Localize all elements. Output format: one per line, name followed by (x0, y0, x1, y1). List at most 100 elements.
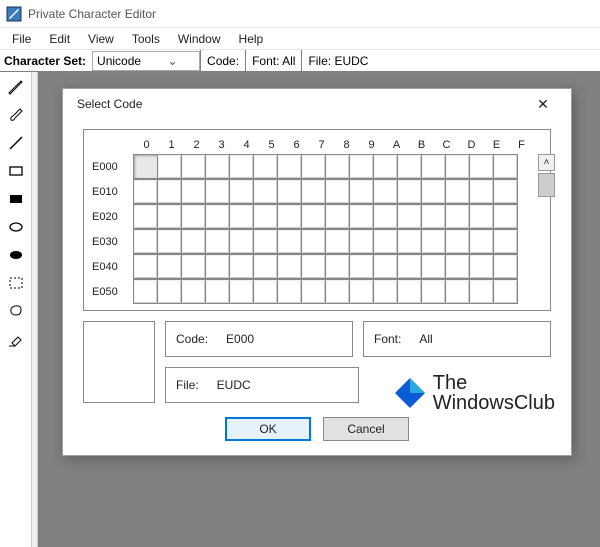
grid-cell[interactable] (157, 229, 182, 254)
grid-cell[interactable] (445, 229, 470, 254)
grid-cell[interactable] (325, 154, 350, 179)
charset-combo[interactable]: Unicode ⌄ (92, 51, 200, 71)
grid-cell[interactable] (349, 279, 374, 304)
grid-cell[interactable] (469, 279, 494, 304)
grid-cell[interactable] (181, 204, 206, 229)
pencil-tool-icon[interactable] (5, 76, 27, 98)
grid-cell[interactable] (181, 279, 206, 304)
grid-cell[interactable] (277, 254, 302, 279)
grid-cell[interactable] (301, 179, 326, 204)
grid-cell[interactable] (493, 179, 518, 204)
grid-cell[interactable] (493, 279, 518, 304)
grid-cell[interactable] (253, 154, 278, 179)
grid-cell[interactable] (325, 179, 350, 204)
grid-cell[interactable] (181, 179, 206, 204)
menu-tools[interactable]: Tools (124, 30, 168, 48)
close-icon[interactable]: ✕ (523, 89, 563, 119)
grid-cell[interactable] (277, 279, 302, 304)
menu-window[interactable]: Window (170, 30, 229, 48)
grid-cell[interactable] (349, 204, 374, 229)
grid-cell[interactable] (157, 279, 182, 304)
grid-cell[interactable] (205, 204, 230, 229)
grid-cell[interactable] (469, 229, 494, 254)
grid-cell[interactable] (133, 279, 158, 304)
grid-cell[interactable] (397, 254, 422, 279)
grid-cell[interactable] (205, 179, 230, 204)
grid-cell[interactable] (205, 254, 230, 279)
brush-tool-icon[interactable] (5, 104, 27, 126)
grid-cell[interactable] (205, 229, 230, 254)
grid-cell[interactable] (349, 229, 374, 254)
grid-cell[interactable] (493, 229, 518, 254)
grid-cell[interactable] (445, 179, 470, 204)
grid-cell[interactable] (445, 254, 470, 279)
grid-cell[interactable] (397, 204, 422, 229)
grid-cell[interactable] (277, 154, 302, 179)
grid-cell[interactable] (301, 154, 326, 179)
ellipse-outline-tool-icon[interactable] (5, 216, 27, 238)
grid-cell[interactable] (229, 229, 254, 254)
grid-cell[interactable] (325, 229, 350, 254)
grid-cell[interactable] (157, 179, 182, 204)
grid-cell[interactable] (349, 179, 374, 204)
grid-cell[interactable] (181, 154, 206, 179)
grid-cell[interactable] (469, 204, 494, 229)
grid-cell[interactable] (277, 179, 302, 204)
grid-cell[interactable] (325, 254, 350, 279)
grid-cell[interactable] (229, 179, 254, 204)
grid-cell[interactable] (421, 254, 446, 279)
grid-cell[interactable] (349, 154, 374, 179)
grid-cell[interactable] (205, 154, 230, 179)
grid-cell[interactable] (301, 254, 326, 279)
menu-edit[interactable]: Edit (41, 30, 78, 48)
grid-cell[interactable] (397, 279, 422, 304)
rect-filled-tool-icon[interactable] (5, 188, 27, 210)
grid-cell[interactable] (133, 229, 158, 254)
ok-button[interactable]: OK (225, 417, 311, 441)
grid-cell[interactable] (301, 229, 326, 254)
ellipse-filled-tool-icon[interactable] (5, 244, 27, 266)
menu-view[interactable]: View (80, 30, 122, 48)
grid-cell[interactable] (445, 279, 470, 304)
grid-cell[interactable] (397, 229, 422, 254)
grid-cell[interactable] (205, 279, 230, 304)
grid-cell[interactable] (157, 154, 182, 179)
grid-cell[interactable] (301, 279, 326, 304)
grid-cell[interactable] (373, 254, 398, 279)
grid-cell[interactable] (373, 279, 398, 304)
rect-outline-tool-icon[interactable] (5, 160, 27, 182)
grid-cell[interactable] (373, 204, 398, 229)
scroll-up-icon[interactable]: ˄ (538, 154, 555, 171)
grid-cell[interactable] (133, 204, 158, 229)
grid-cell[interactable] (373, 229, 398, 254)
scroll-thumb[interactable] (538, 173, 555, 197)
grid-cell[interactable] (349, 254, 374, 279)
grid-cell[interactable] (229, 254, 254, 279)
grid-cell[interactable] (157, 254, 182, 279)
grid-cell[interactable] (325, 204, 350, 229)
line-tool-icon[interactable] (5, 132, 27, 154)
grid-cell[interactable] (229, 204, 254, 229)
grid-cell[interactable] (397, 179, 422, 204)
grid-cell[interactable] (253, 229, 278, 254)
grid-cell[interactable] (133, 179, 158, 204)
grid-cell[interactable] (253, 204, 278, 229)
grid-cell[interactable] (277, 229, 302, 254)
grid-cell[interactable] (421, 154, 446, 179)
grid-cell[interactable] (445, 154, 470, 179)
dialog-titlebar[interactable]: Select Code ✕ (63, 89, 571, 119)
grid-cell[interactable] (253, 179, 278, 204)
grid-cell[interactable] (373, 179, 398, 204)
grid-cell[interactable] (469, 179, 494, 204)
grid-scrollbar[interactable]: ˄ (538, 136, 555, 304)
grid-cell[interactable] (253, 279, 278, 304)
grid-cell[interactable] (229, 279, 254, 304)
grid-cell[interactable] (421, 229, 446, 254)
grid-cell[interactable] (277, 204, 302, 229)
grid-cell[interactable] (421, 204, 446, 229)
grid-cell[interactable] (133, 254, 158, 279)
rect-select-tool-icon[interactable] (5, 272, 27, 294)
grid-cell[interactable] (301, 204, 326, 229)
grid-cell[interactable] (229, 154, 254, 179)
grid-cell[interactable] (253, 254, 278, 279)
